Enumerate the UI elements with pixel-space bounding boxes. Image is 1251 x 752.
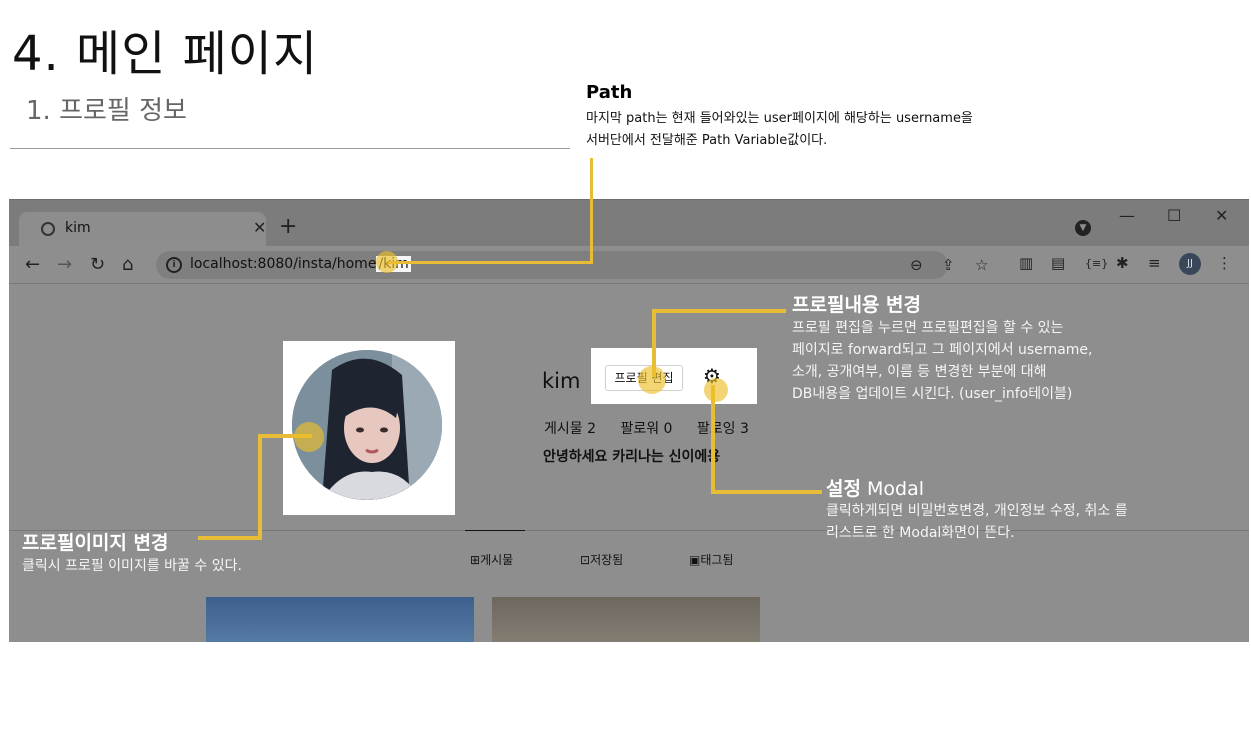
new-tab-button[interactable]: + — [279, 214, 297, 239]
edit-leader-line — [655, 309, 786, 313]
edit-annotation-line: 페이지로 forward되고 그 페이지에서 username, — [792, 342, 1093, 358]
settings-title-rest: Modal — [860, 478, 925, 500]
tab-strip: kim ✕ + ▼ — ☐ ✕ — [9, 200, 1249, 246]
profile-actions: 프로필 편집 ⚙ — [591, 348, 757, 404]
follower-count[interactable]: 팔로워 0 — [620, 421, 672, 437]
edit-annotation-line: 소개, 공개여부, 이름 등 변경한 부분에 대해 — [792, 364, 1047, 380]
maximize-button[interactable]: ☐ — [1167, 206, 1181, 225]
path-leader-line — [590, 158, 593, 264]
puzzle-icon[interactable]: ✱ — [1116, 254, 1129, 272]
image-leader-line — [198, 536, 262, 540]
home-icon[interactable]: ⌂ — [122, 254, 133, 275]
tab-label: 저장됨 — [590, 553, 624, 567]
settings-annotation-line: 클릭하게되면 비밀번호변경, 개인정보 수정, 취소 를 — [826, 503, 1128, 519]
close-window-button[interactable]: ✕ — [1215, 206, 1228, 225]
edit-annotation-line: 프로필 편집을 누르면 프로필편집을 할 수 있는 — [792, 320, 1064, 336]
edit-highlight-dot — [638, 366, 666, 394]
path-leader-line — [388, 261, 593, 264]
path-highlight-dot — [376, 251, 398, 273]
grid-icon: ⊞ — [470, 553, 481, 567]
edit-annotation-title: 프로필내용 변경 — [792, 294, 921, 316]
address-bar[interactable]: i localhost:8080/insta/home/kim ⊖ ⇪ ☆ — [156, 251, 988, 279]
tag-icon: ▣ — [689, 553, 701, 567]
bookmark-icon: ⊡ — [580, 553, 591, 567]
bookmark-star-icon[interactable]: ☆ — [975, 256, 988, 274]
tab-search-icon[interactable]: ▼ — [1075, 220, 1091, 236]
settings-leader-line — [711, 490, 822, 494]
path-note-line: 마지막 path는 현재 들어와있는 user페이지에 해당하는 usernam… — [586, 111, 973, 126]
post-thumbnail[interactable] — [206, 597, 474, 642]
zoom-icon[interactable]: ⊖ — [910, 256, 923, 274]
reading-list-icon[interactable]: ≡ — [1148, 254, 1161, 272]
url-base: localhost:8080/insta/home — [190, 256, 377, 272]
edit-annotation-line: DB내용을 업데이트 시킨다. (user_info테이블) — [792, 386, 1073, 402]
edit-annotation-text: 프로필 편집을 누르면 프로필편집을 할 수 있는 페이지로 forward되고… — [792, 317, 1092, 405]
following-count[interactable]: 팔로잉 3 — [697, 421, 749, 437]
browser-toolbar: ← → ↻ ⌂ i localhost:8080/insta/home/kim … — [9, 246, 1249, 284]
image-highlight-dot — [294, 422, 324, 452]
extension-icon[interactable]: {≡} — [1085, 257, 1108, 270]
profile-bio: 안녕하세요 카리나는 신이에용 — [543, 449, 721, 465]
globe-icon — [41, 222, 55, 236]
close-tab-icon[interactable]: ✕ — [253, 218, 266, 237]
tab-label: 태그됨 — [700, 553, 734, 567]
title-divider — [10, 148, 570, 149]
tab-label: 게시물 — [480, 553, 514, 567]
image-annotation-text: 클릭시 프로필 이미지를 바꿀 수 있다. — [22, 558, 242, 574]
settings-annotation-title: 설정 Modal — [826, 474, 924, 501]
slide-title: 4. 메인 페이지 — [12, 26, 319, 82]
profile-stats: 게시물 2 팔로워 0 팔로잉 3 — [544, 418, 769, 438]
reload-icon[interactable]: ↻ — [90, 254, 105, 275]
settings-title-bold: 설정 — [826, 478, 861, 500]
menu-icon[interactable]: ⋮ — [1217, 254, 1232, 272]
tab-posts[interactable]: ⊞게시물 — [470, 551, 513, 568]
profile-avatar[interactable]: JJ — [1179, 253, 1201, 275]
path-note-title: Path — [586, 82, 633, 103]
settings-annotation-line: 리스트로 한 Modal화면이 뜬다. — [826, 525, 1015, 541]
tab-saved[interactable]: ⊡저장됨 — [580, 551, 623, 568]
minimize-button[interactable]: — — [1119, 206, 1135, 225]
image-annotation-title: 프로필이미지 변경 — [22, 532, 169, 554]
site-info-icon[interactable]: i — [166, 257, 182, 273]
active-tab-indicator — [465, 530, 525, 531]
image-leader-line — [258, 434, 262, 540]
back-icon[interactable]: ← — [25, 254, 40, 275]
slide-subtitle: 1. 프로필 정보 — [26, 96, 187, 126]
post-count: 게시물 2 — [544, 421, 596, 437]
path-note-line: 서버단에서 전달해준 Path Variable값이다. — [586, 133, 828, 148]
forward-icon[interactable]: → — [57, 254, 72, 275]
settings-highlight-dot — [704, 378, 728, 402]
tab-tagged[interactable]: ▣태그됨 — [689, 551, 733, 568]
post-thumbnail[interactable] — [492, 597, 760, 642]
tab-title: kim — [65, 220, 91, 236]
profile-username: kim — [542, 369, 581, 393]
path-note-description: 마지막 path는 현재 들어와있는 user페이지에 해당하는 usernam… — [586, 108, 1056, 152]
browser-tab[interactable]: kim ✕ — [19, 212, 266, 246]
extension-icon[interactable]: ▥ — [1019, 254, 1033, 272]
extension-icon[interactable]: ▤ — [1051, 254, 1065, 272]
settings-annotation-text: 클릭하게되면 비밀번호변경, 개인정보 수정, 취소 를 리스트로 한 Moda… — [826, 500, 1128, 544]
share-icon[interactable]: ⇪ — [942, 256, 955, 274]
